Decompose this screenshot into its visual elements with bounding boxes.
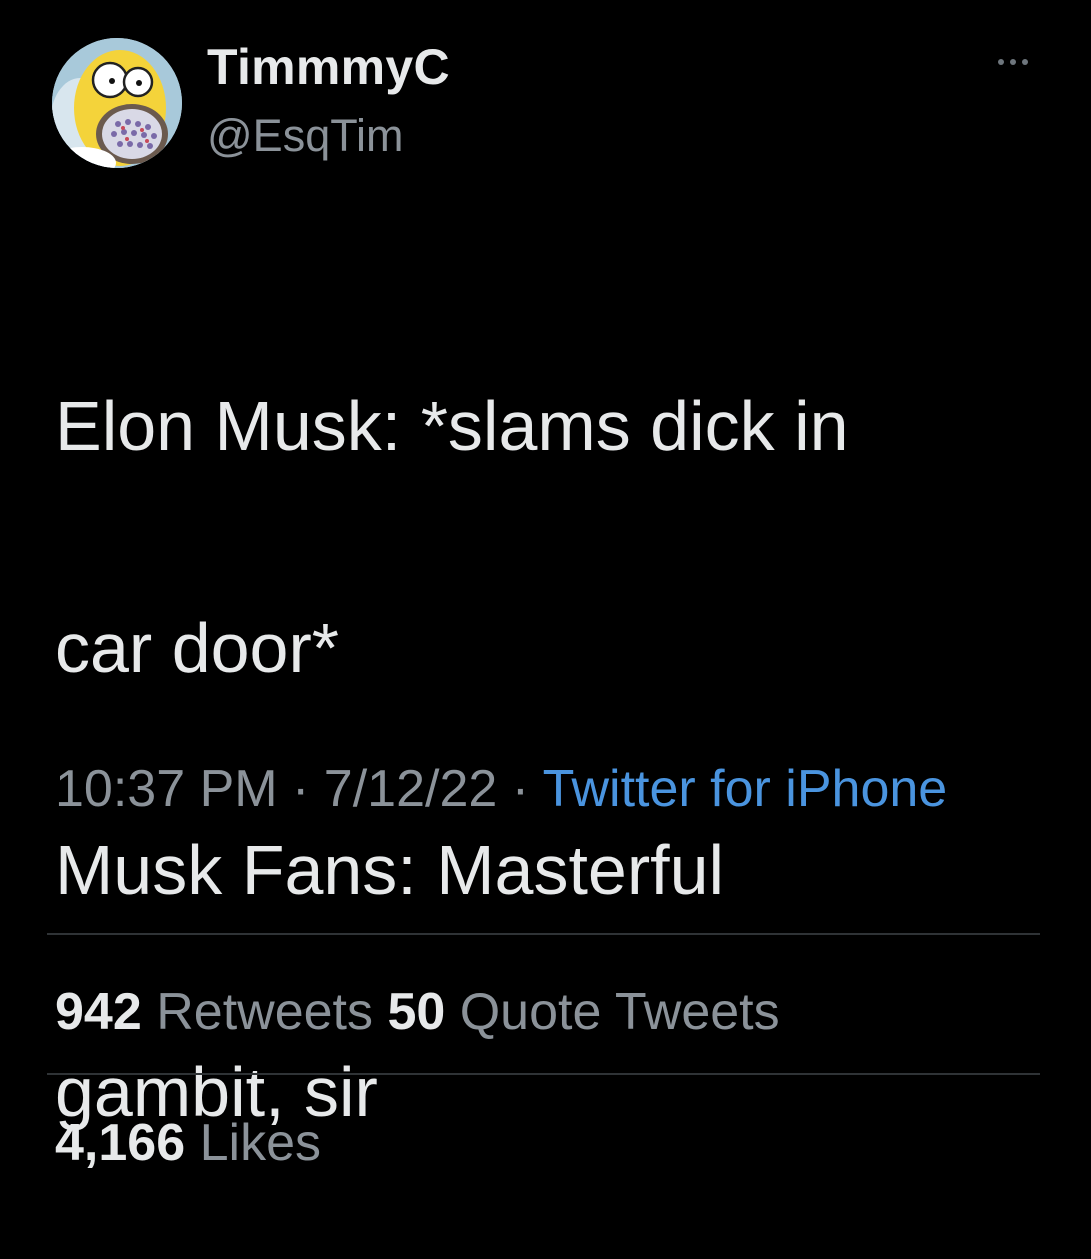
tweet-meta: 10:37 PM · 7/12/22 · Twitter for iPhone	[55, 752, 955, 827]
user-handle[interactable]: @EsqTim	[207, 110, 404, 162]
retweets-stat[interactable]: 942 Retweets	[55, 983, 373, 1041]
likes-stats-row: 4,166 Likes	[55, 1113, 321, 1173]
homer-avatar-icon	[52, 38, 182, 168]
likes-stat[interactable]: 4,166 Likes	[55, 1114, 321, 1172]
more-horizontal-icon[interactable]	[993, 52, 1033, 72]
tweet-line: Musk Fans: Masterful	[55, 831, 725, 909]
meta-separator: ·	[497, 760, 543, 818]
engagement-stats-row: 942 Retweets 50 Quote Tweets	[55, 982, 780, 1042]
quote-tweets-stat[interactable]: 50 Quote Tweets	[387, 983, 779, 1041]
divider	[47, 933, 1040, 935]
retweets-label: Retweets	[156, 983, 373, 1041]
quote-tweets-count: 50	[387, 983, 446, 1041]
quote-tweets-label: Quote Tweets	[459, 983, 780, 1041]
retweets-count: 942	[55, 983, 142, 1041]
tweet-source-link[interactable]: Twitter for iPhone	[543, 760, 948, 818]
divider	[47, 1073, 1040, 1075]
tweet-line: Elon Musk: *slams dick in	[55, 387, 849, 465]
likes-label: Likes	[199, 1114, 321, 1172]
tweet-time[interactable]: 10:37 PM	[55, 760, 278, 818]
avatar[interactable]	[52, 38, 182, 168]
display-name[interactable]: TimmmyC	[207, 38, 450, 96]
likes-count: 4,166	[55, 1114, 186, 1172]
tweet-line: car door*	[55, 609, 340, 687]
tweet-card: TimmmyC @EsqTim Elon Musk: *slams dick i…	[0, 0, 1091, 1200]
tweet-date[interactable]: 7/12/22	[324, 760, 498, 818]
meta-separator: ·	[277, 760, 324, 818]
